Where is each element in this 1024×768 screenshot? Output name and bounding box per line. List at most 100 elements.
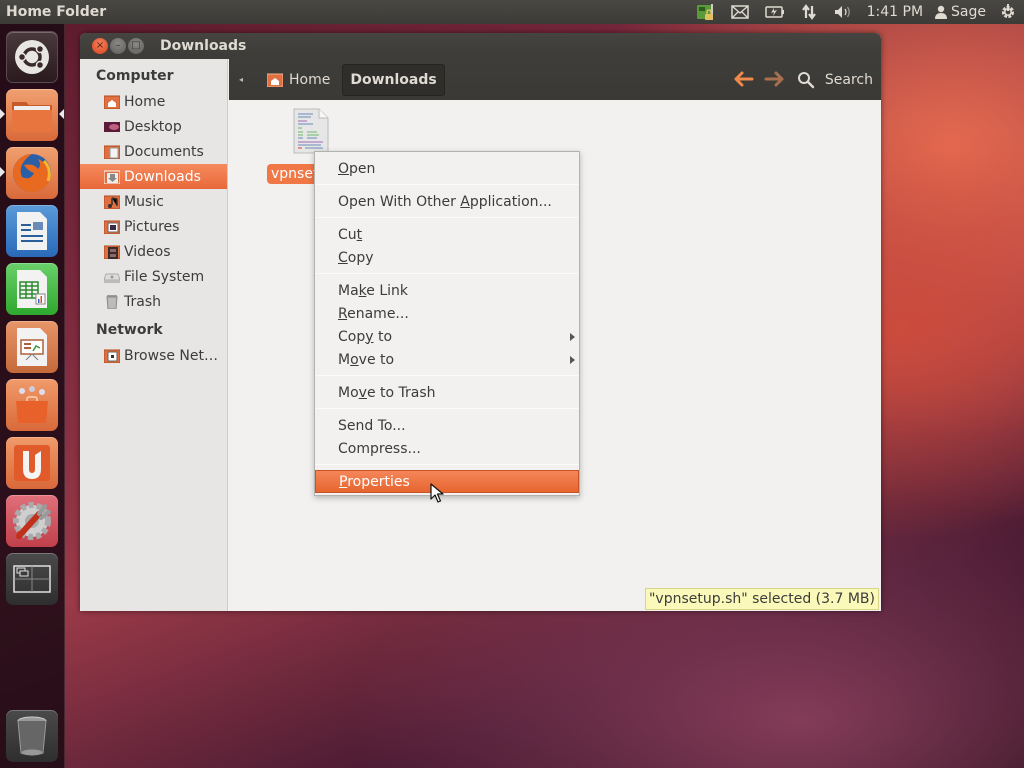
sidebar-item-music[interactable]: Music [80,189,227,214]
menu-item-properties[interactable]: Properties [315,470,579,493]
back-button[interactable] [734,70,754,90]
launcher-firefox[interactable] [6,147,58,199]
breadcrumb-downloads[interactable]: Downloads [342,63,445,96]
network-lock-icon [696,4,713,20]
power-gear-icon [1001,4,1015,19]
battery-icon [764,6,784,18]
sidebar-item-videos[interactable]: Videos [80,239,227,264]
launcher-dash-home[interactable] [6,31,58,83]
workspaces-icon [13,565,51,593]
mail-icon [730,5,749,19]
sidebar-item-file-system[interactable]: File System [80,264,227,289]
menu-item-move-to[interactable]: Move to [315,348,579,371]
sidebar-item-downloads[interactable]: Downloads [80,164,227,189]
menu-item-label: Open With Other Application... [338,193,552,210]
sidebar-item-label: Music [124,193,164,210]
sidebar-item-label: Downloads [124,168,201,185]
launcher-ubuntu-one[interactable] [6,437,58,489]
battery-indicator[interactable] [757,0,793,24]
launcher-calc[interactable] [6,263,58,315]
documents-folder-icon [104,145,120,159]
search-button[interactable]: Search [797,71,873,89]
search-icon [797,71,815,88]
menu-item-send-to[interactable]: Send To... [315,414,579,437]
toolbar-right-group: Search [729,70,881,90]
arrow-left-icon [734,71,754,86]
window-maximize-button[interactable]: □ [128,38,144,54]
mnemonic-underline: R [338,305,348,322]
breadcrumb-scroll-left[interactable]: ◂ [239,75,251,84]
menu-item-rename[interactable]: Rename... [315,302,579,325]
network-lock-indicator[interactable] [687,0,723,24]
arrow-right-icon [764,71,784,86]
launcher-trash[interactable] [6,710,58,762]
menu-item-label: Copy to [338,328,393,345]
launcher-writer[interactable] [6,205,58,257]
breadcrumb-home[interactable]: Home [259,64,338,96]
sidebar-item-label: Browse Net… [124,347,219,364]
sidebar-item-label: Pictures [124,218,180,235]
menu-item-open[interactable]: Open [315,157,579,180]
file-name-label: vpnset [267,164,317,184]
sidebar-item-desktop[interactable]: Desktop [80,114,227,139]
sidebar-item-trash[interactable]: Trash [80,289,227,314]
mnemonic-underline: o [350,351,359,368]
window-title: Downloads [160,38,247,54]
ubuntu-one-icon [14,445,50,481]
user-menu[interactable]: Sage [929,0,992,24]
network-indicator[interactable] [793,0,825,24]
places-sidebar: Computer Home Desktop Documents Download… [80,59,228,611]
menu-separator [315,273,579,274]
mnemonic-underline: t [356,226,363,243]
sound-indicator[interactable] [825,0,861,24]
menu-item-move-to-trash[interactable]: Move to Trash [315,381,579,404]
music-folder-icon [104,195,120,209]
sidebar-item-label: Trash [124,293,161,310]
window-close-button[interactable]: × [92,38,108,54]
sidebar-item-home[interactable]: Home [80,89,227,114]
menu-item-open-with[interactable]: Open With Other Application... [315,190,579,213]
menu-item-copy-to[interactable]: Copy to [315,325,579,348]
launcher-software-center[interactable] [6,379,58,431]
breadcrumb-label: Home [289,71,331,88]
window-titlebar[interactable]: × – □ Downloads [80,33,881,59]
window-minimize-button[interactable]: – [110,38,126,54]
menu-item-make-link[interactable]: Make Link [315,279,579,302]
menu-item-compress[interactable]: Compress... [315,437,579,460]
sidebar-item-pictures[interactable]: Pictures [80,214,227,239]
messaging-indicator[interactable] [723,0,757,24]
menu-item-cut[interactable]: Cut [315,223,579,246]
mouse-cursor-icon [430,483,444,503]
software-center-icon [16,386,48,423]
firefox-icon [13,154,51,192]
breadcrumb-label: Downloads [350,71,437,88]
sidebar-item-documents[interactable]: Documents [80,139,227,164]
context-menu: Open Open With Other Application... Cut … [314,151,580,496]
trash-icon [17,716,47,756]
selection-status: "vpnsetup.sh" selected (3.7 MB) [645,588,879,610]
running-indicator [0,109,5,119]
launcher-impress[interactable] [6,321,58,373]
sidebar-heading-computer: Computer [96,68,174,84]
menu-item-copy[interactable]: Copy [315,246,579,269]
menu-item-label: Rename... [338,305,409,322]
clock[interactable]: 1:41 PM [861,0,929,24]
menu-item-label: Properties [339,473,410,490]
menu-item-label: Send To... [338,417,406,434]
settings-icon [13,502,51,540]
mnemonic-underline: y [365,328,374,345]
launcher-workspace-switcher[interactable] [6,553,58,605]
sidebar-item-label: Home [124,93,166,110]
toolbar: ◂ Home Downloads Search [229,59,881,100]
launcher-system-settings[interactable] [6,495,58,547]
mnemonic-underline: k [358,282,367,299]
close-icon: × [95,40,105,51]
minimize-icon: – [115,40,121,51]
launcher-home-folder[interactable] [6,89,58,141]
forward-button[interactable] [764,70,784,90]
network-folder-icon [104,349,120,363]
search-label: Search [824,71,873,88]
sidebar-item-browse-network[interactable]: Browse Net… [80,343,227,368]
menu-separator [315,408,579,409]
session-menu[interactable] [992,0,1024,24]
